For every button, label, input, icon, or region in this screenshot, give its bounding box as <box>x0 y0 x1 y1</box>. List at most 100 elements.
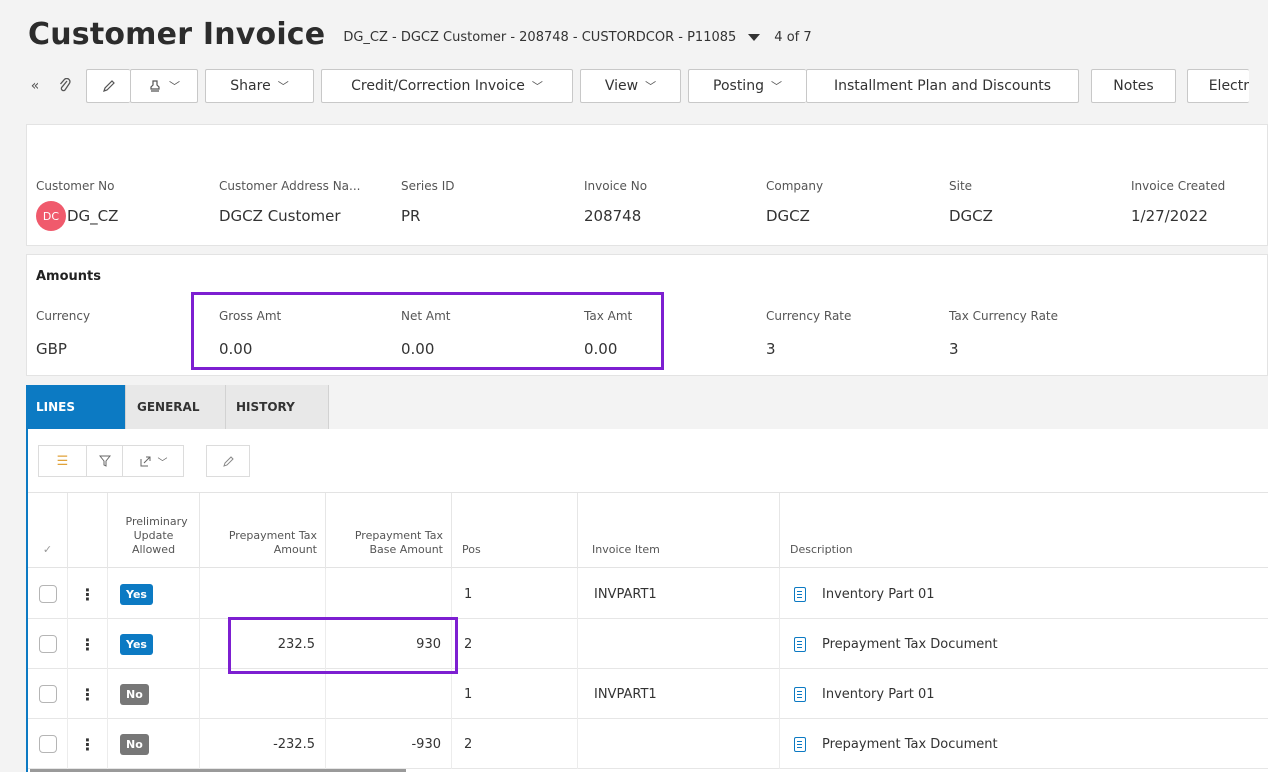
duplicate-button[interactable]: ﹀ <box>130 69 198 103</box>
prelim-cell: No <box>108 719 200 769</box>
description-text: Inventory Part 01 <box>822 586 935 602</box>
column-prepayment-tax-base-label: Prepayment Tax Base Amount <box>354 529 443 556</box>
posting-button[interactable]: Posting ﹀ <box>688 69 806 103</box>
tab-lines[interactable]: LINES <box>26 385 126 429</box>
lines-panel: ☰ ﹀ ✓ Preliminary Update Allowed Prepaym… <box>26 429 1268 772</box>
description-text: Prepayment Tax Document <box>822 636 998 652</box>
row-select-cell <box>28 619 68 669</box>
electronic-button[interactable]: Electr <box>1187 69 1249 103</box>
list-view-icon[interactable]: ☰ <box>39 446 87 476</box>
customer-address-value: DGCZ Customer <box>219 207 341 225</box>
column-prepayment-tax-base[interactable]: Prepayment Tax Base Amount <box>326 493 452 569</box>
customer-no-label: Customer No <box>36 179 115 193</box>
tax-currency-rate-label: Tax Currency Rate <box>949 309 1059 323</box>
column-pos[interactable]: Pos <box>452 493 578 569</box>
column-pos-label: Pos <box>462 543 481 556</box>
invoice-created-value: 1/27/2022 <box>1131 207 1208 225</box>
kebab-menu-icon[interactable]: ⋮ <box>80 585 96 604</box>
avatar: DC <box>36 201 66 231</box>
record-dropdown-icon[interactable] <box>748 33 761 41</box>
select-all-cell[interactable]: ✓ <box>28 493 68 569</box>
document-icon[interactable] <box>794 736 806 752</box>
record-subtitle: DG_CZ - DGCZ Customer - 208748 - CUSTORD… <box>343 29 737 45</box>
invoice-no-value: 208748 <box>584 207 642 225</box>
prelim-cell: Yes <box>108 569 200 619</box>
tab-lines-label: LINES <box>36 400 75 414</box>
column-description[interactable]: Description <box>780 493 1268 569</box>
tax-amount-cell: -232.5 <box>200 719 326 769</box>
tab-general[interactable]: GENERAL <box>126 385 226 429</box>
document-icon[interactable] <box>794 636 806 652</box>
column-invoice-item[interactable]: Invoice Item <box>578 493 780 569</box>
description-text: Inventory Part 01 <box>822 686 935 702</box>
table-row[interactable]: ⋮ Yes 232.5 930 2 Prepayment Tax Documen… <box>28 619 1268 669</box>
pos-cell: 1 <box>452 669 578 719</box>
status-badge: Yes <box>120 583 153 605</box>
row-menu-cell: ⋮ <box>68 619 108 669</box>
kebab-header-cell <box>68 493 108 569</box>
column-preliminary-update-label: Preliminary Update Allowed <box>125 515 188 556</box>
series-id-value: PR <box>401 207 421 225</box>
filter-icon[interactable] <box>87 446 123 476</box>
edit-button[interactable] <box>86 69 130 103</box>
description-text: Prepayment Tax Document <box>822 736 998 752</box>
status-badge: No <box>120 683 149 705</box>
edit-lines-button[interactable] <box>207 446 249 476</box>
table-row[interactable]: ⋮ No -232.5 -930 2 Prepayment Tax Docume… <box>28 719 1268 769</box>
row-menu-cell: ⋮ <box>68 719 108 769</box>
invoice-item-cell: INVPART1 <box>578 669 780 719</box>
row-checkbox[interactable] <box>38 735 57 753</box>
row-checkbox[interactable] <box>38 635 57 653</box>
customer-no-value[interactable]: DG_CZ <box>67 207 118 225</box>
record-pager: 4 of 7 <box>774 29 812 45</box>
invoice-item-cell: INVPART1 <box>578 569 780 619</box>
document-icon[interactable] <box>794 686 806 702</box>
avatar-initials: DC <box>42 209 60 223</box>
detail-tabs: LINES GENERAL HISTORY <box>26 385 329 429</box>
pos-cell: 2 <box>452 719 578 769</box>
installment-plan-label: Installment Plan and Discounts <box>834 78 1051 94</box>
kebab-menu-icon[interactable]: ⋮ <box>80 735 96 754</box>
kebab-menu-icon[interactable]: ⋮ <box>80 635 96 654</box>
kebab-menu-icon[interactable]: ⋮ <box>80 685 96 704</box>
page-header: Customer Invoice DG_CZ - DGCZ Customer -… <box>28 14 812 54</box>
view-button[interactable]: View ﹀ <box>580 69 681 103</box>
electronic-label: Electr <box>1208 78 1249 94</box>
currency-label: Currency <box>36 309 91 323</box>
paperclip-icon[interactable] <box>50 69 80 103</box>
invoice-created-label: Invoice Created <box>1131 179 1226 193</box>
pencil-icon <box>222 455 234 467</box>
tax-amount-cell <box>200 669 326 719</box>
chevron-down-icon: ﹀ <box>169 80 180 93</box>
table-row[interactable]: ⋮ Yes 1 INVPART1 Inventory Part 01 <box>28 569 1268 619</box>
notes-button[interactable]: Notes <box>1091 69 1176 103</box>
document-icon[interactable] <box>794 586 806 602</box>
column-prepayment-tax-amount-label: Prepayment Tax Amount <box>228 529 317 556</box>
chevron-down-icon: ﹀ <box>157 457 168 469</box>
command-toolbar: « ﹀ Share ﹀ Credit/Correction Invoice ﹀ … <box>20 68 1249 104</box>
chevron-down-icon: ﹀ <box>645 80 657 93</box>
row-checkbox[interactable] <box>38 585 57 603</box>
row-select-cell <box>28 569 68 619</box>
credit-correction-button[interactable]: Credit/Correction Invoice ﹀ <box>321 69 573 103</box>
tax-amount-cell <box>200 569 326 619</box>
customer-invoice-page: Customer Invoice DG_CZ - DGCZ Customer -… <box>0 0 1268 772</box>
export-button[interactable]: ﹀ <box>123 446 183 476</box>
column-prepayment-tax-amount[interactable]: Prepayment Tax Amount <box>200 493 326 569</box>
tax-currency-rate-value: 3 <box>949 340 959 358</box>
table-row[interactable]: ⋮ No 1 INVPART1 Inventory Part 01 <box>28 669 1268 719</box>
tab-history[interactable]: HISTORY <box>226 385 329 429</box>
row-checkbox[interactable] <box>38 685 57 703</box>
collapse-icon[interactable]: « <box>20 69 50 103</box>
column-preliminary-update[interactable]: Preliminary Update Allowed <box>108 493 200 569</box>
share-button[interactable]: Share ﹀ <box>205 69 314 103</box>
share-label: Share <box>230 78 271 94</box>
installment-plan-button[interactable]: Installment Plan and Discounts <box>806 69 1079 103</box>
credit-correction-label: Credit/Correction Invoice <box>351 78 525 94</box>
grid-toolbar: ☰ ﹀ <box>38 445 250 477</box>
site-label: Site <box>949 179 973 193</box>
status-badge: No <box>120 733 149 755</box>
invoice-item-cell <box>578 719 780 769</box>
currency-value: GBP <box>36 340 67 358</box>
prepayment-highlight-box <box>228 617 458 674</box>
